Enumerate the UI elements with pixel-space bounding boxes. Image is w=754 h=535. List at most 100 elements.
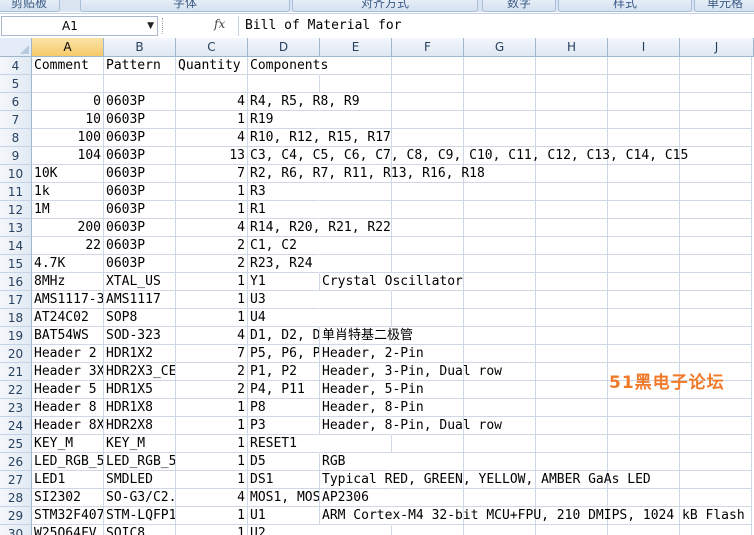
cell-a23[interactable]: Header 8: [32, 399, 104, 417]
cell-j4[interactable]: [680, 57, 752, 75]
cell-c16[interactable]: 1: [176, 273, 248, 291]
cell-d4[interactable]: Components: [248, 57, 328, 75]
cell-a29[interactable]: STM32F407: [32, 507, 104, 525]
cell-j15[interactable]: [680, 255, 752, 273]
cell-b5[interactable]: [104, 75, 176, 93]
cell-h11[interactable]: [536, 183, 608, 201]
row-header[interactable]: 29: [0, 507, 32, 525]
cell-g4[interactable]: [464, 57, 536, 75]
cell-f12[interactable]: [392, 201, 464, 219]
cell-i15[interactable]: [608, 255, 680, 273]
cell-i13[interactable]: [608, 219, 680, 237]
cell-a21[interactable]: Header 3X: [32, 363, 104, 381]
cell-d13[interactable]: R14, R20, R21, R22: [248, 219, 391, 237]
cell-d9[interactable]: C3, C4, C5, C6, C7, C8, C9, C10, C11, C1…: [248, 147, 688, 165]
cell-c23[interactable]: 1: [176, 399, 248, 417]
cell-j13[interactable]: [680, 219, 752, 237]
cell-f14[interactable]: [392, 237, 464, 255]
cell-b20[interactable]: HDR1X2: [104, 345, 176, 363]
cell-c13[interactable]: 4: [176, 219, 248, 237]
row-header[interactable]: 17: [0, 291, 32, 309]
cell-j7[interactable]: [680, 111, 752, 129]
cell-e4[interactable]: [320, 57, 392, 75]
row-header[interactable]: 23: [0, 399, 32, 417]
cell-j28[interactable]: [680, 489, 752, 507]
cell-g20[interactable]: [464, 345, 536, 363]
cell-g22[interactable]: [464, 381, 536, 399]
cell-d27[interactable]: DS1: [248, 471, 320, 489]
cell-a30[interactable]: W25Q64FV: [32, 525, 104, 535]
cell-j20[interactable]: [680, 345, 752, 363]
cell-e30[interactable]: [320, 525, 392, 535]
cell-a19[interactable]: BAT54WS: [32, 327, 104, 345]
cell-h25[interactable]: [536, 435, 608, 453]
cell-h6[interactable]: [536, 93, 608, 111]
column-header-j[interactable]: J: [680, 38, 754, 57]
cell-c25[interactable]: 1: [176, 435, 248, 453]
cell-h5[interactable]: [536, 75, 608, 93]
row-header[interactable]: 19: [0, 327, 32, 345]
row-header[interactable]: 12: [0, 201, 32, 219]
cell-e11[interactable]: [320, 183, 392, 201]
cell-b4[interactable]: Pattern: [104, 57, 176, 75]
cell-b11[interactable]: 0603P: [104, 183, 176, 201]
cell-c28[interactable]: 4: [176, 489, 248, 507]
cell-b6[interactable]: 0603P: [104, 93, 176, 111]
cell-b26[interactable]: LED_RGB_5: [104, 453, 176, 471]
column-header-a[interactable]: A: [32, 38, 104, 57]
cell-i23[interactable]: [608, 399, 680, 417]
cell-c10[interactable]: 7: [176, 165, 248, 183]
cell-e27[interactable]: Typical RED, GREEN, YELLOW, AMBER GaAs L…: [320, 471, 651, 489]
cell-i4[interactable]: [608, 57, 680, 75]
cell-j14[interactable]: [680, 237, 752, 255]
cell-e7[interactable]: [320, 111, 392, 129]
cell-e18[interactable]: [320, 309, 392, 327]
cell-h18[interactable]: [536, 309, 608, 327]
cell-a9[interactable]: 104: [32, 147, 104, 165]
cell-d18[interactable]: U4: [248, 309, 320, 327]
cell-h12[interactable]: [536, 201, 608, 219]
cell-a24[interactable]: Header 8X: [32, 417, 104, 435]
cell-e16[interactable]: Crystal Oscillator: [320, 273, 463, 291]
cell-c15[interactable]: 2: [176, 255, 248, 273]
cell-b22[interactable]: HDR1X5: [104, 381, 176, 399]
cell-h15[interactable]: [536, 255, 608, 273]
cell-i28[interactable]: [608, 489, 680, 507]
cell-h23[interactable]: [536, 399, 608, 417]
cell-g8[interactable]: [464, 129, 536, 147]
cell-b23[interactable]: HDR1X8: [104, 399, 176, 417]
cell-a8[interactable]: 100: [32, 129, 104, 147]
cell-i16[interactable]: [608, 273, 680, 291]
cell-e29[interactable]: ARM Cortex-M4 32-bit MCU+FPU, 210 DMIPS,…: [320, 507, 745, 525]
cell-h17[interactable]: [536, 291, 608, 309]
cell-c18[interactable]: 1: [176, 309, 248, 327]
cell-h21[interactable]: [536, 363, 608, 381]
cell-e12[interactable]: [320, 201, 392, 219]
cell-a14[interactable]: 22: [32, 237, 104, 255]
cell-b24[interactable]: HDR2X8: [104, 417, 176, 435]
cell-j5[interactable]: [680, 75, 752, 93]
cell-d20[interactable]: P5, P6, P: [248, 345, 320, 363]
cell-f28[interactable]: [392, 489, 464, 507]
cell-f7[interactable]: [392, 111, 464, 129]
row-header[interactable]: 25: [0, 435, 32, 453]
cell-a15[interactable]: 4.7K: [32, 255, 104, 273]
cell-d23[interactable]: P8: [248, 399, 320, 417]
row-header[interactable]: 8: [0, 129, 32, 147]
cell-g23[interactable]: [464, 399, 536, 417]
row-header[interactable]: 22: [0, 381, 32, 399]
cell-i11[interactable]: [608, 183, 680, 201]
cell-d14[interactable]: C1, C2: [248, 237, 320, 255]
cell-b15[interactable]: 0603P: [104, 255, 176, 273]
cell-f18[interactable]: [392, 309, 464, 327]
cell-b8[interactable]: 0603P: [104, 129, 176, 147]
cell-h30[interactable]: [536, 525, 608, 535]
cell-c5[interactable]: [176, 75, 248, 93]
cell-h8[interactable]: [536, 129, 608, 147]
cell-c24[interactable]: 1: [176, 417, 248, 435]
cell-e5[interactable]: [320, 75, 392, 93]
cell-d17[interactable]: U3: [248, 291, 320, 309]
cell-c20[interactable]: 7: [176, 345, 248, 363]
row-header[interactable]: 21: [0, 363, 32, 381]
cell-e24[interactable]: Header, 8-Pin, Dual row: [320, 417, 502, 435]
